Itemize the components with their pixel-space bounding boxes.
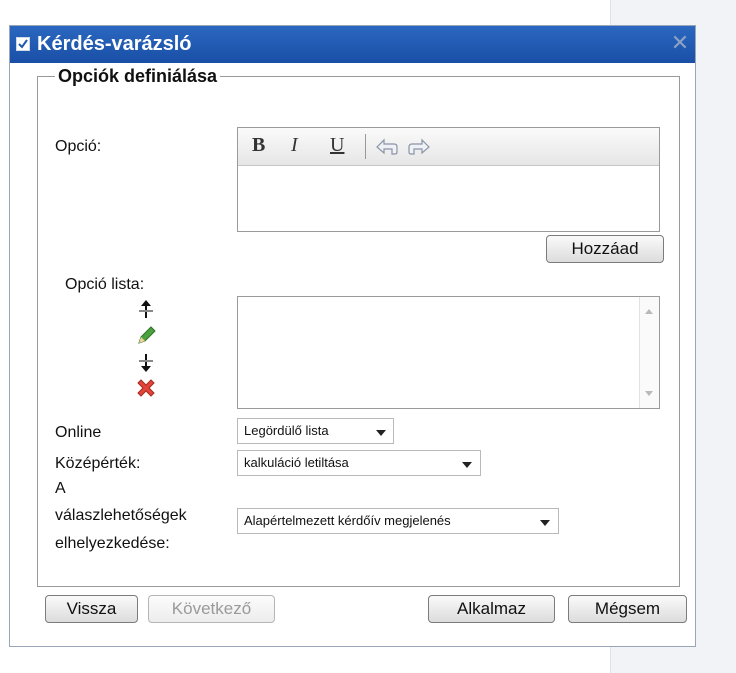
online-label: Online	[55, 424, 102, 441]
move-down-icon[interactable]	[135, 352, 157, 374]
italic-button[interactable]: I	[291, 134, 298, 157]
editor-toolbar: B I U	[238, 128, 659, 166]
chevron-down-icon	[540, 520, 550, 526]
scroll-down-icon[interactable]	[645, 391, 653, 396]
middle-value-select-value: kalkuláció letiltása	[244, 455, 349, 470]
fieldset-legend: Opciók definiálása	[55, 66, 221, 87]
scroll-up-icon[interactable]	[645, 309, 653, 314]
bold-button[interactable]: B	[252, 134, 265, 157]
online-select-value: Legördülő lista	[244, 423, 329, 438]
listbox-scrollbar[interactable]	[639, 297, 659, 408]
delete-icon[interactable]	[135, 377, 157, 399]
underline-button[interactable]: U	[330, 134, 344, 157]
move-up-icon[interactable]	[135, 298, 157, 320]
back-button[interactable]: Vissza	[45, 595, 138, 623]
next-button[interactable]: Következő	[148, 595, 275, 623]
checkbox-icon	[16, 37, 30, 51]
option-listbox[interactable]	[237, 296, 660, 409]
add-button[interactable]: Hozzáad	[546, 235, 664, 263]
online-select[interactable]: Legördülő lista	[237, 418, 394, 444]
answer-position-select-value: Alapértelmezett kérdőív megjelenés	[244, 513, 451, 528]
middle-value-label: Középérték:	[55, 455, 141, 472]
option-editor[interactable]: B I U	[237, 127, 660, 232]
redo-icon[interactable]	[407, 137, 431, 163]
cancel-button[interactable]: Mégsem	[568, 595, 687, 623]
position-label-line-1: A	[55, 480, 66, 497]
answer-position-select[interactable]: Alapértelmezett kérdőív megjelenés	[237, 508, 559, 534]
toolbar-divider	[365, 134, 366, 159]
chevron-down-icon	[376, 430, 386, 436]
apply-button[interactable]: Alkalmaz	[428, 595, 555, 623]
position-label-line-2: válaszlehetőségek	[55, 507, 187, 524]
chevron-down-icon	[462, 462, 472, 468]
edit-pencil-icon[interactable]	[135, 325, 157, 347]
position-label-line-3: elhelyezkedése:	[55, 535, 170, 552]
middle-value-select[interactable]: kalkuláció letiltása	[237, 450, 481, 476]
undo-icon[interactable]	[375, 137, 399, 163]
option-label: Opció:	[55, 138, 102, 155]
dialog-title: Kérdés-varázsló	[37, 33, 192, 55]
close-icon[interactable]: ✕	[670, 32, 690, 54]
dialog-titlebar: Kérdés-varázsló ✕	[10, 26, 695, 63]
option-list-label: Opció lista:	[65, 276, 145, 293]
